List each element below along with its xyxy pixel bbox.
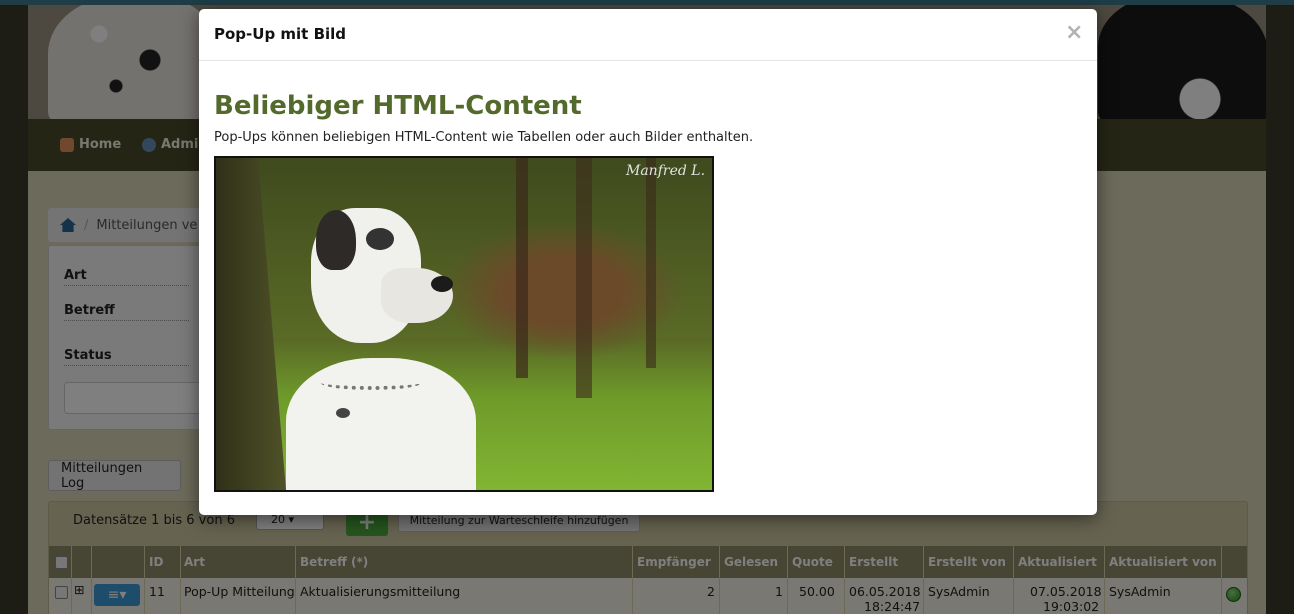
photo-signature: Manfred L. [626,163,706,179]
modal-header: Pop-Up mit Bild × [199,9,1097,61]
modal-title: Pop-Up mit Bild [214,25,347,43]
modal-description: Pop-Ups können beliebigen HTML-Content w… [214,130,754,145]
photo-dog-spot [366,228,394,250]
photo-tree-trunk [216,158,286,490]
photo-tree-trunk [576,158,592,398]
photo-tree-trunk [516,158,528,378]
great-dane-photo: Manfred L. [214,156,714,492]
photo-dog-collar [321,376,421,390]
photo-dog-ear [316,210,356,270]
close-icon[interactable]: × [1065,20,1083,45]
modal-heading: Beliebiger HTML-Content [214,91,582,121]
photo-dog-spot [336,408,350,418]
photo-dog-nose [431,276,453,292]
popup-modal: Pop-Up mit Bild × Beliebiger HTML-Conten… [199,9,1097,515]
photo-tree-trunk [646,158,656,368]
